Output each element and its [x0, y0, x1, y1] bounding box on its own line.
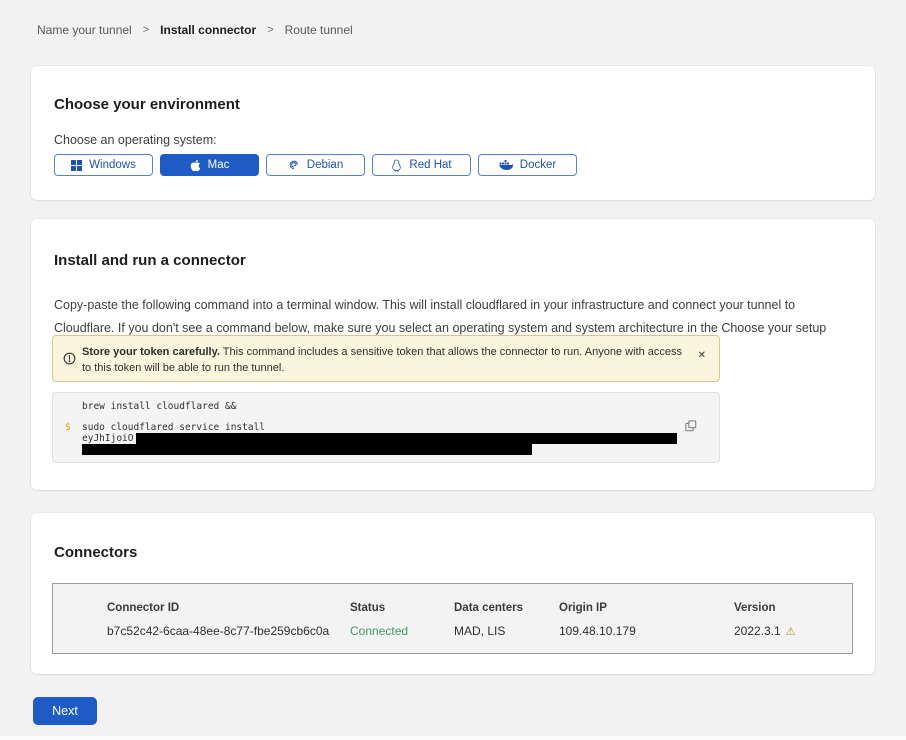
origin-ip-value: 109.48.10.179	[559, 624, 734, 638]
install-command-codeblock: brew install cloudflared && $ sudo cloud…	[52, 392, 720, 463]
windows-icon	[71, 160, 82, 171]
os-button-group: Windows Mac Debian Red Hat	[54, 154, 577, 176]
connector-id-value: b7c52c42-6caa-48ee-8c77-fbe259cb6c0a	[107, 624, 350, 638]
connectors-table: Connector ID Status Data centers Origin …	[52, 583, 853, 654]
os-button-label: Red Hat	[409, 159, 451, 171]
debian-swirl-icon	[288, 159, 300, 171]
breadcrumb-name-your-tunnel[interactable]: Name your tunnel	[37, 23, 132, 37]
redacted-token-bar	[136, 433, 677, 444]
os-button-mac[interactable]: Mac	[160, 154, 259, 176]
os-button-label: Debian	[307, 159, 343, 171]
version-value: 2022.3.1⚠	[734, 624, 852, 638]
breadcrumb-separator: >	[143, 24, 149, 36]
os-button-label: Windows	[89, 159, 136, 171]
status-badge: Connected	[350, 624, 454, 638]
info-circle-icon	[63, 352, 76, 370]
os-button-label: Mac	[208, 159, 230, 171]
column-version: Version	[734, 602, 852, 614]
breadcrumb-separator: >	[267, 24, 273, 36]
connectors-card: Connectors Connector ID Status Data cent…	[31, 513, 875, 674]
docker-whale-icon	[499, 160, 513, 171]
breadcrumb-install-connector[interactable]: Install connector	[160, 23, 256, 37]
column-data-centers: Data centers	[454, 602, 559, 614]
breadcrumb: Name your tunnel > Install connector > R…	[37, 23, 353, 37]
token-warning-text: Store your token carefully. This command…	[82, 344, 692, 376]
tunnel-setup-page: Name your tunnel > Install connector > R…	[0, 0, 906, 740]
breadcrumb-route-tunnel[interactable]: Route tunnel	[285, 23, 353, 37]
os-button-windows[interactable]: Windows	[54, 154, 153, 176]
code-line-sudo: sudo cloudflared service install	[82, 422, 265, 433]
choose-environment-title: Choose your environment	[54, 96, 240, 113]
version-warning-icon: ⚠	[786, 625, 796, 638]
column-origin-ip: Origin IP	[559, 602, 734, 614]
install-connector-card: Install and run a connector Copy-paste t…	[31, 219, 875, 490]
os-button-label: Docker	[520, 159, 556, 171]
token-warning-bold: Store your token carefully.	[82, 346, 220, 358]
next-button[interactable]: Next	[33, 697, 97, 725]
os-button-debian[interactable]: Debian	[266, 154, 365, 176]
code-line-brew: brew install cloudflared &&	[82, 401, 236, 412]
connectors-table-header: Connector ID Status Data centers Origin …	[53, 602, 852, 614]
column-connector-id: Connector ID	[107, 602, 350, 614]
redhat-linux-icon	[391, 159, 402, 172]
operating-system-label: Choose an operating system:	[54, 133, 217, 147]
token-prefix: eyJhIjoiO	[82, 433, 133, 444]
redacted-token-bar	[82, 444, 532, 455]
apple-icon	[190, 159, 201, 172]
data-centers-value: MAD, LIS	[454, 624, 559, 638]
os-button-docker[interactable]: Docker	[478, 154, 577, 176]
install-connector-title: Install and run a connector	[54, 252, 246, 269]
column-status: Status	[350, 602, 454, 614]
os-button-redhat[interactable]: Red Hat	[372, 154, 471, 176]
connectors-title: Connectors	[54, 544, 137, 561]
copy-icon[interactable]	[685, 420, 697, 435]
close-icon[interactable]: ✕	[698, 351, 706, 361]
choose-environment-card: Choose your environment Choose an operat…	[31, 66, 875, 200]
code-prompt: $	[65, 422, 71, 433]
connector-table-row: b7c52c42-6caa-48ee-8c77-fbe259cb6c0a Con…	[53, 624, 852, 638]
token-warning-banner: Store your token carefully. This command…	[52, 335, 720, 382]
bottom-edge	[0, 736, 906, 740]
